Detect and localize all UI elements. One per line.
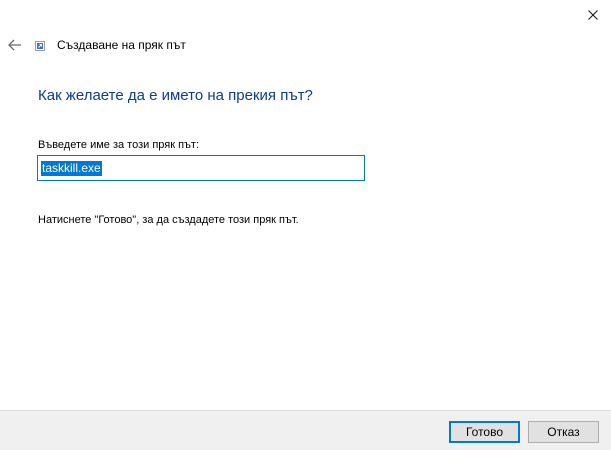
arrow-left-icon bbox=[8, 39, 21, 51]
shortcut-name-value: taskkill.exe bbox=[41, 160, 102, 176]
shortcut-name-label: Въведете име за този пряк път: bbox=[38, 139, 200, 151]
finish-button[interactable]: Готово bbox=[449, 421, 520, 443]
page-heading: Как желаете да е името на прекия път? bbox=[38, 87, 313, 104]
instruction-text: Натиснете "Готово", за да създадете този… bbox=[38, 214, 299, 226]
close-icon bbox=[588, 10, 598, 20]
shortcut-icon bbox=[35, 41, 45, 51]
cancel-button[interactable]: Отказ bbox=[528, 421, 599, 443]
back-button[interactable] bbox=[4, 34, 26, 56]
shortcut-name-input[interactable]: taskkill.exe bbox=[37, 155, 365, 181]
window-title: Създаване на пряк път bbox=[57, 38, 186, 52]
close-button[interactable] bbox=[578, 2, 608, 28]
